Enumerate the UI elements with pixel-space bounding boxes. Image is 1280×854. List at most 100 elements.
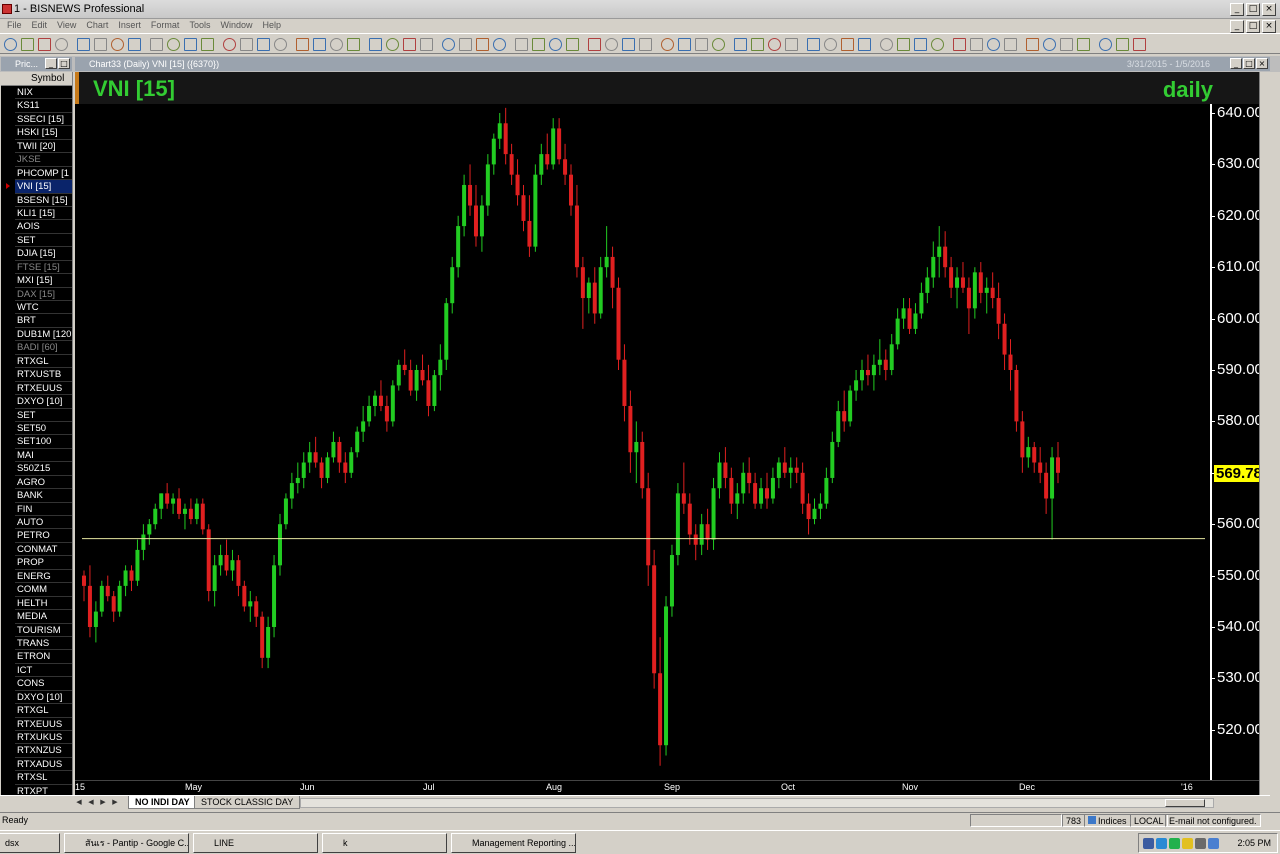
mdi-minimize-button[interactable]: _ (1230, 20, 1244, 33)
task-chrome[interactable]: สันเร - Pantip - Google C... (64, 833, 189, 853)
symbol-row[interactable]: BANK (15, 489, 72, 503)
menu-insert[interactable]: Insert (113, 19, 146, 33)
symbol-row[interactable]: FIN (15, 503, 72, 516)
task-line[interactable]: LINE (193, 833, 318, 853)
symbol-row[interactable]: WTC (15, 301, 72, 315)
symbol-column-header[interactable]: Symbol (1, 72, 72, 86)
toolbar-tool-icon[interactable] (94, 38, 107, 51)
toolbar-tool-icon[interactable] (566, 38, 579, 51)
mdi-close-button[interactable]: × (1262, 20, 1276, 33)
tray-th-icon[interactable] (1143, 838, 1154, 849)
toolbar-tool-icon[interactable] (1026, 38, 1039, 51)
symbol-row[interactable]: ENERG (15, 570, 72, 584)
toolbar-tool-icon[interactable] (1043, 38, 1056, 51)
tab-stock-classic-day[interactable]: STOCK CLASSIC DAY (194, 796, 301, 809)
toolbar-tool-icon[interactable] (476, 38, 489, 51)
toolbar-tool-icon[interactable] (313, 38, 326, 51)
toolbar-tool-icon[interactable] (549, 38, 562, 51)
toolbar-tool-icon[interactable] (515, 38, 528, 51)
symbol-row[interactable]: JKSE (15, 153, 72, 167)
toolbar-tool-icon[interactable] (55, 38, 68, 51)
symbol-row[interactable]: DXYO [10] (15, 691, 72, 705)
tab-last-icon[interactable]: ▶ (110, 798, 120, 808)
toolbar-tool-icon[interactable] (1116, 38, 1129, 51)
symbol-row[interactable]: KLI1 [15] (15, 207, 72, 221)
toolbar-tool-icon[interactable] (824, 38, 837, 51)
symbol-row[interactable]: RTXGL (15, 704, 72, 718)
toolbar-tool-icon[interactable] (751, 38, 764, 51)
task-dsx[interactable]: dsx (0, 833, 60, 853)
toolbar-tool-icon[interactable] (622, 38, 635, 51)
symbol-row[interactable]: RTXPT (15, 785, 72, 795)
toolbar-tool-icon[interactable] (661, 38, 674, 51)
symbol-row[interactable]: TOURISM (15, 624, 72, 637)
symbol-row[interactable]: CONMAT (15, 543, 72, 557)
tab-first-icon[interactable]: ◀ (74, 798, 84, 808)
time-axis[interactable]: 15 May Jun Jul Aug Sep Oct Nov Dec '16 (75, 780, 1270, 794)
tab-next-icon[interactable]: ▶ (98, 798, 108, 808)
vertical-scrollbar[interactable] (1259, 72, 1270, 795)
menu-help[interactable]: Help (257, 19, 286, 33)
task-k[interactable]: k (322, 833, 447, 853)
symbol-row[interactable]: AOIS (15, 220, 72, 234)
toolbar-tool-icon[interactable] (459, 38, 472, 51)
menu-edit[interactable]: Edit (27, 19, 53, 33)
toolbar-tool-icon[interactable] (953, 38, 966, 51)
menu-tools[interactable]: Tools (184, 19, 215, 33)
toolbar-tool-icon[interactable] (184, 38, 197, 51)
toolbar-tool-icon[interactable] (21, 38, 34, 51)
symbol-row[interactable]: TRANS (15, 637, 72, 651)
symbol-row[interactable]: DXYO [10] (15, 395, 72, 409)
maximize-button[interactable]: □ (1246, 3, 1260, 16)
toolbar-tool-icon[interactable] (167, 38, 180, 51)
toolbar-tool-icon[interactable] (807, 38, 820, 51)
price-panel-max-button[interactable]: □ (58, 58, 70, 69)
toolbar-tool-icon[interactable] (1004, 38, 1017, 51)
horizontal-scrollbar[interactable] (300, 798, 1214, 808)
symbol-row[interactable]: MXI [15] (15, 274, 72, 288)
toolbar-tool-icon[interactable] (296, 38, 309, 51)
symbol-row[interactable]: HELTH (15, 597, 72, 611)
toolbar-tool-icon[interactable] (678, 38, 691, 51)
toolbar-tool-icon[interactable] (712, 38, 725, 51)
menu-file[interactable]: File (2, 19, 27, 33)
toolbar-tool-icon[interactable] (734, 38, 747, 51)
tray-volume-icon[interactable] (1195, 838, 1206, 849)
toolbar-tool-icon[interactable] (931, 38, 944, 51)
symbol-row[interactable]: PHCOMP [1 (15, 167, 72, 181)
toolbar-tool-icon[interactable] (223, 38, 236, 51)
symbol-row[interactable]: RTXUSTB (15, 368, 72, 382)
toolbar-tool-icon[interactable] (442, 38, 455, 51)
toolbar-tool-icon[interactable] (1060, 38, 1073, 51)
toolbar-tool-icon[interactable] (532, 38, 545, 51)
mdi-restore-button[interactable]: □ (1246, 20, 1260, 33)
tray-line-icon[interactable] (1169, 838, 1180, 849)
menu-view[interactable]: View (52, 19, 81, 33)
symbol-row[interactable]: KS11 (15, 99, 72, 113)
toolbar-tool-icon[interactable] (38, 38, 51, 51)
symbol-row[interactable]: MEDIA (15, 610, 72, 624)
symbol-row[interactable]: DUB1M [120 (15, 328, 72, 342)
symbol-row[interactable]: S50Z15 (15, 462, 72, 476)
toolbar-tool-icon[interactable] (841, 38, 854, 51)
toolbar-tool-icon[interactable] (240, 38, 253, 51)
toolbar-tool-icon[interactable] (639, 38, 652, 51)
symbol-row[interactable]: RTXADUS (15, 758, 72, 772)
symbol-row[interactable]: SET (15, 234, 72, 248)
chart-area[interactable]: VNI [15] daily (75, 72, 1270, 795)
toolbar-tool-icon[interactable] (330, 38, 343, 51)
symbol-row[interactable]: CONS (15, 677, 72, 691)
toolbar-tool-icon[interactable] (420, 38, 433, 51)
toolbar-tool-icon[interactable] (1133, 38, 1146, 51)
toolbar-tool-icon[interactable] (1099, 38, 1112, 51)
toolbar-tool-icon[interactable] (257, 38, 270, 51)
symbol-row[interactable]: NIX (15, 86, 72, 100)
toolbar-tool-icon[interactable] (77, 38, 90, 51)
symbol-row[interactable]: DJIA [15] (15, 247, 72, 261)
toolbar-tool-icon[interactable] (274, 38, 287, 51)
menu-chart[interactable]: Chart (81, 19, 113, 33)
symbol-row[interactable]: RTXEUUS (15, 718, 72, 731)
scroll-thumb[interactable] (1165, 799, 1205, 807)
symbol-row[interactable]: RTXUKUS (15, 731, 72, 745)
toolbar-tool-icon[interactable] (588, 38, 601, 51)
